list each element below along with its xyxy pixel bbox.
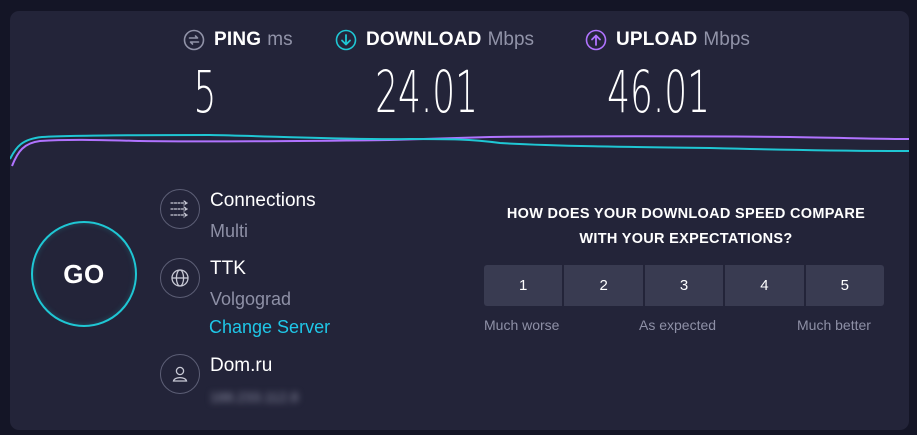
rating-button-1[interactable]: 1 xyxy=(484,265,563,306)
speed-graph xyxy=(10,133,909,167)
survey-question-line2: WITH YOUR EXPECTATIONS? xyxy=(579,231,793,247)
upload-arrow-icon xyxy=(585,29,607,51)
go-button[interactable]: GO xyxy=(31,221,137,327)
rating-button-5[interactable]: 5 xyxy=(805,265,885,306)
server-name: TTK xyxy=(210,258,246,279)
go-button-label: GO xyxy=(63,258,105,289)
ping-header: PING ms xyxy=(183,29,293,51)
download-unit: Mbps xyxy=(487,29,535,50)
upload-metric: UPLOAD Mbps 46.01 xyxy=(585,29,750,121)
ping-metric: PING ms 5 xyxy=(183,29,293,121)
survey-question: HOW DOES YOUR DOWNLOAD SPEED COMPARE WIT… xyxy=(474,202,898,252)
upload-header: UPLOAD Mbps xyxy=(585,29,750,51)
upload-value: 46.01 xyxy=(607,58,711,126)
download-header: DOWNLOAD Mbps xyxy=(335,29,534,51)
globe-icon xyxy=(160,258,200,298)
ping-unit: ms xyxy=(267,29,293,50)
connections-title: Connections xyxy=(210,190,316,211)
user-icon xyxy=(160,354,200,394)
provider-ip: 188.233.112.8 xyxy=(210,389,299,405)
upload-unit: Mbps xyxy=(703,29,750,50)
speedtest-panel: PING ms 5 DOWNLOAD Mbps 24.01 UPLOAD Mbp… xyxy=(10,11,909,430)
download-metric: DOWNLOAD Mbps 24.01 xyxy=(335,29,534,121)
ping-icon xyxy=(183,29,205,51)
upload-speed-line xyxy=(11,135,909,167)
server-location: Volgograd xyxy=(210,289,292,309)
ping-value: 5 xyxy=(193,58,217,126)
connections-mode: Multi xyxy=(210,221,249,241)
scale-label-mid: As expected xyxy=(639,317,717,333)
connections-icon xyxy=(160,189,200,229)
download-speed-line xyxy=(10,133,909,160)
scale-label-high: Much better xyxy=(797,317,871,333)
change-server-link[interactable]: Change Server xyxy=(209,317,330,338)
download-arrow-icon xyxy=(335,29,357,51)
rating-button-4[interactable]: 4 xyxy=(725,265,804,306)
rating-button-2[interactable]: 2 xyxy=(564,265,643,306)
rating-scale: 1 2 3 4 5 xyxy=(484,265,885,306)
download-value: 24.01 xyxy=(375,58,479,126)
survey-question-line1: HOW DOES YOUR DOWNLOAD SPEED COMPARE xyxy=(506,206,866,222)
rating-button-3[interactable]: 3 xyxy=(644,265,724,306)
provider-name: Dom.ru xyxy=(210,355,273,376)
download-label: DOWNLOAD xyxy=(366,29,482,50)
ping-label: PING xyxy=(214,29,262,50)
scale-label-low: Much worse xyxy=(484,317,560,333)
upload-label: UPLOAD xyxy=(616,29,698,50)
